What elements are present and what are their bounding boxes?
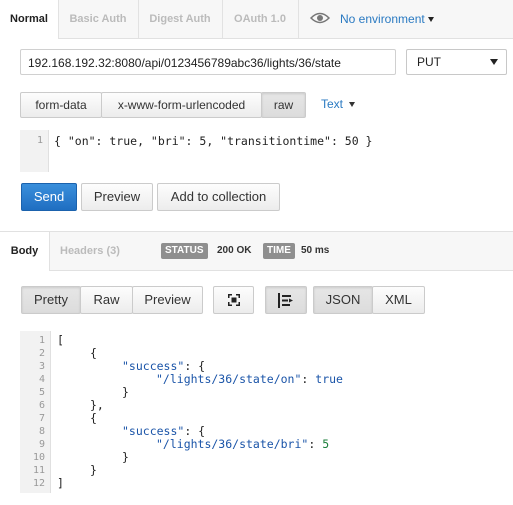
code-line: "success": { [122,359,205,373]
auth-tab-bar: Normal Basic Auth Digest Auth OAuth 1.0 … [0,0,513,39]
code-line: { [90,346,97,360]
code-line: "success": { [122,424,205,438]
json-key: "success" [122,424,185,438]
fullscreen-button[interactable] [213,286,254,314]
code-line: ] [57,476,64,490]
tab-normal[interactable]: Normal [0,0,59,39]
fullscreen-icon [214,287,253,306]
json-value: 5 [322,437,330,451]
line-number: 1 [36,135,43,146]
line-number: 12 [32,478,45,489]
json-button[interactable]: JSON [313,286,373,314]
tab-basic-auth[interactable]: Basic Auth [58,0,139,38]
json-punct: : { [184,424,206,438]
code-line: } [122,385,129,399]
tab-digest-auth[interactable]: Digest Auth [138,0,223,38]
send-button[interactable]: Send [21,183,77,211]
text-type-dropdown[interactable]: Text [321,97,356,111]
line-number: 8 [38,426,45,437]
method-label: PUT [417,55,441,69]
code-line: } [90,463,97,477]
pretty-button[interactable]: Pretty [21,286,81,314]
json-key: "/lights/36/state/on" [156,372,302,386]
line-number: 4 [38,374,45,385]
line-number: 5 [38,387,45,398]
line-number: 7 [38,413,45,424]
line-number: 2 [38,348,45,359]
response-tab-bar: Body Headers (3) STATUS 200 OK TIME 50 m… [0,231,513,271]
request-body-line: { "on": true, "bri": 5, "transitiontime"… [54,134,373,148]
preview-view-button[interactable]: Preview [132,286,203,314]
json-key: "success" [122,359,185,373]
json-key: "/lights/36/state/bri" [156,437,309,451]
request-body-editor[interactable]: 1 { "on": true, "bri": 5, "transitiontim… [20,130,506,172]
response-gutter: 1 2 3 4 5 6 7 8 9 10 11 12 [20,331,51,493]
text-type-label: Text [321,97,344,111]
json-value: true [315,372,343,386]
time-badge: TIME [263,243,295,259]
chevron-down-icon [349,102,356,108]
xml-button[interactable]: XML [372,286,425,314]
environment-label: No environment [340,12,425,26]
chevron-down-icon [490,59,498,65]
code-line: "/lights/36/state/on": true [156,372,343,386]
json-punct: : { [184,359,206,373]
eye-icon [309,1,331,39]
wrap-lines-button[interactable] [265,286,307,314]
code-line: [ [57,333,64,347]
line-number: 6 [38,400,45,411]
tab-body[interactable]: Body [0,232,50,271]
chevron-down-icon [427,17,434,23]
wrap-lines-icon [266,287,306,308]
add-to-collection-button[interactable]: Add to collection [157,183,280,211]
preview-button[interactable]: Preview [81,183,153,211]
tab-headers[interactable]: Headers (3) [60,232,120,270]
request-gutter: 1 [20,130,49,172]
environment-selector[interactable]: No environment [304,0,434,38]
status-value: 200 OK [217,245,252,256]
code-line: { [90,411,97,425]
json-punct: : [308,437,323,451]
line-number: 3 [38,361,45,372]
status-badge: STATUS [161,243,208,259]
url-input[interactable]: 192.168.192.32:8080/api/0123456789abc36/… [20,49,396,75]
line-number: 10 [32,452,45,463]
code-line: }, [90,398,104,412]
response-body-editor[interactable]: 1 2 3 4 5 6 7 8 9 10 11 12 [ { "success"… [20,331,506,493]
urlencoded-button[interactable]: x-www-form-urlencoded [101,92,262,118]
code-line: } [122,450,129,464]
form-data-button[interactable]: form-data [20,92,102,118]
code-line: "/lights/36/state/bri": 5 [156,437,329,451]
line-number: 9 [38,439,45,450]
raw-button[interactable]: raw [261,92,306,118]
tab-oauth[interactable]: OAuth 1.0 [222,0,299,38]
line-number: 11 [32,465,45,476]
raw-view-button[interactable]: Raw [80,286,133,314]
json-punct: : [301,372,316,386]
line-number: 1 [38,335,45,346]
method-select[interactable]: PUT [406,49,507,75]
time-value: 50 ms [301,245,330,256]
